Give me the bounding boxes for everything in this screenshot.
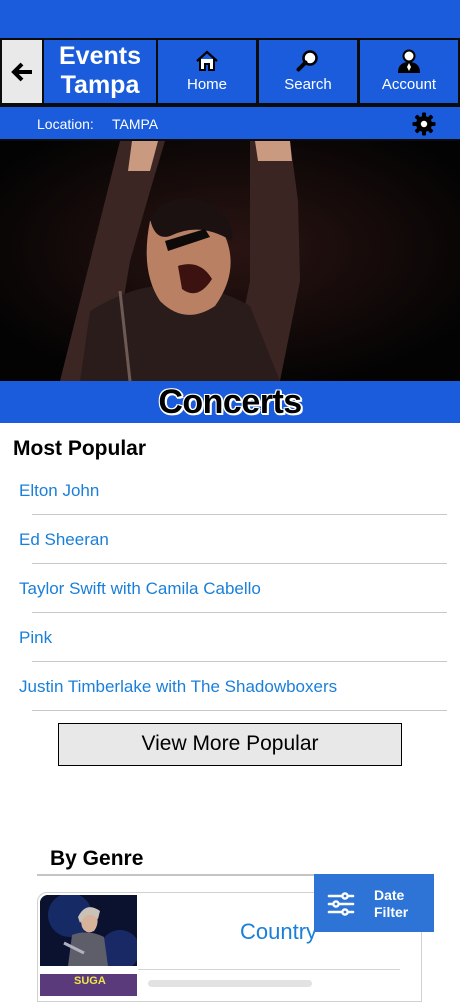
category-banner: Concerts [0,381,460,423]
most-popular-list: Elton John Ed Sheeran Taylor Swift with … [0,466,460,711]
search-icon [296,50,318,72]
view-more-popular-button[interactable]: View More Popular [58,723,402,766]
genre-thumbnail: SUGA [40,974,137,996]
genre-thumbnail-text: SUGA [74,975,106,987]
list-item-link[interactable]: Taylor Swift with Camila Cabello [19,579,261,599]
location-bar: Location: TAMPA [0,105,460,141]
list-item-link[interactable]: Elton John [19,481,99,501]
app-brand: Events Tampa [44,40,156,103]
list-item-link[interactable]: Justin Timberlake with The Shadowboxers [19,677,337,697]
nav-account-label: Account [381,76,437,93]
nav-home-button[interactable]: Home [158,40,256,103]
date-filter-button[interactable]: Date Filter [314,874,434,932]
date-filter-line2: Filter [374,904,409,920]
nav-search-button[interactable]: Search [259,40,357,103]
list-item-link[interactable]: Pink [19,628,52,648]
arrow-left-icon [11,62,32,81]
home-icon [196,50,218,71]
nav-account-button[interactable]: Account [360,40,458,103]
list-item[interactable]: Taylor Swift with Camila Cabello [0,564,460,613]
brand-line2: Tampa [60,71,140,99]
nav-home-label: Home [186,76,227,93]
loading-placeholder [148,980,312,987]
genre-thumbnail [40,895,137,966]
hero-image [0,141,460,381]
list-item[interactable]: Elton John [0,466,460,515]
list-item[interactable]: Ed Sheeran [0,515,460,564]
date-filter-label: Date Filter [374,887,408,921]
list-item[interactable]: Justin Timberlake with The Shadowboxers [0,662,460,711]
most-popular-heading: Most Popular [13,437,147,460]
sliders-icon [327,892,355,916]
user-icon [397,49,421,73]
by-genre-heading: By Genre [50,847,144,870]
location-label: Location: [37,116,94,132]
category-title: Concerts [158,383,302,421]
location-value[interactable]: TAMPA [112,116,158,132]
concert-performer-image [0,141,460,381]
list-item-link[interactable]: Ed Sheeran [19,530,109,550]
brand-line1: Events [59,42,141,70]
back-button[interactable] [2,40,42,103]
list-item[interactable]: Pink [0,613,460,662]
date-filter-line1: Date [374,887,405,903]
nav-search-label: Search [284,76,332,93]
genre-item-country[interactable]: Country [240,919,317,945]
country-genre-image [40,895,137,966]
gear-icon[interactable] [412,112,436,136]
top-nav: Events Tampa Home Search Account [0,38,460,105]
status-bar [0,0,460,38]
divider [138,969,400,970]
